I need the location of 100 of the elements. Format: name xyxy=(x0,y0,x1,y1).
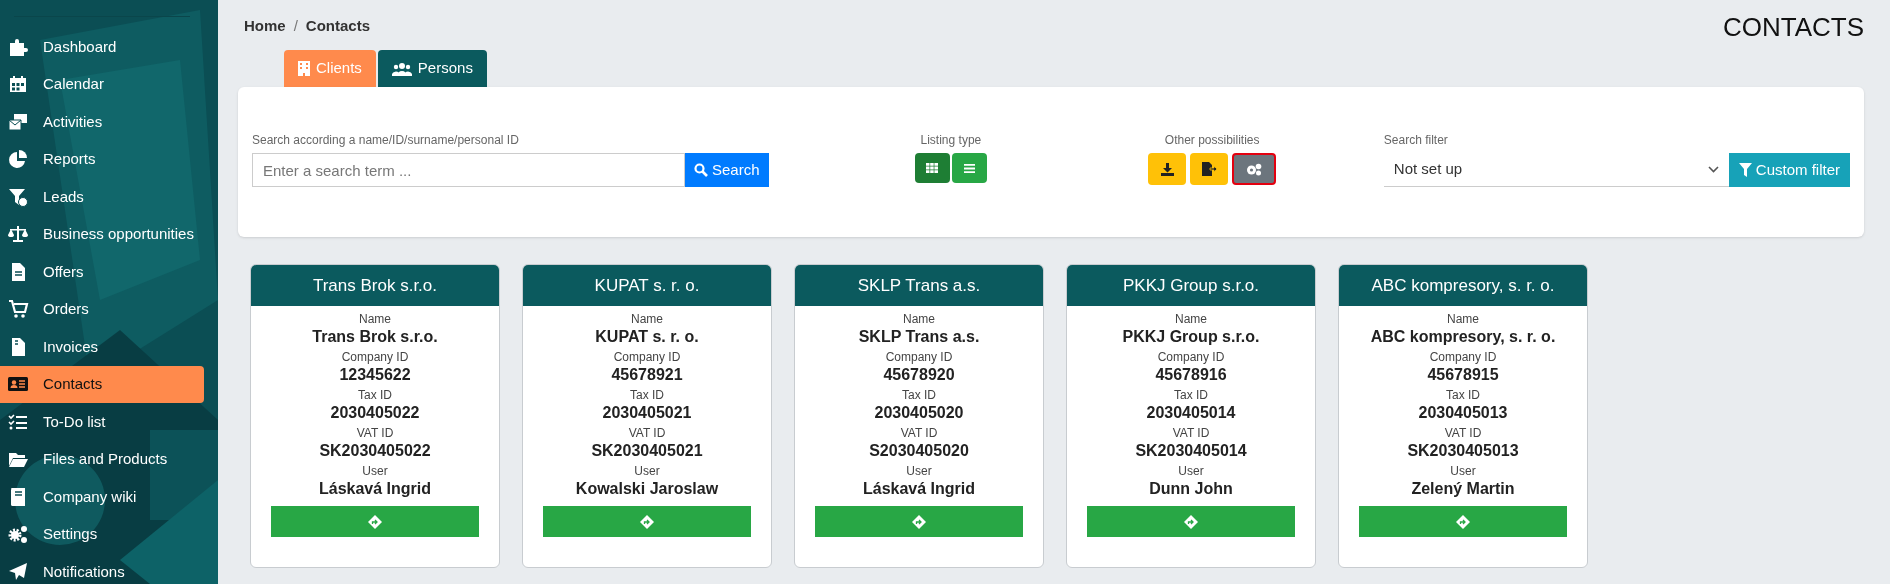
field-value: Láskavá Ingrid xyxy=(862,479,975,499)
field-value: 2030405022 xyxy=(330,403,420,423)
field-value: S2030405020 xyxy=(869,441,969,461)
tab[interactable]: Persons xyxy=(377,50,487,87)
sidebar-item[interactable]: Business opportunities xyxy=(0,215,204,253)
pie-chart-icon xyxy=(7,149,29,170)
field-value: SKLP Trans a.s. xyxy=(858,327,980,347)
field-label: Company ID xyxy=(885,349,953,365)
field-label: Company ID xyxy=(613,349,681,365)
sidebar-item[interactable]: Reports xyxy=(0,140,204,178)
sidebar-item[interactable]: Activities xyxy=(0,103,204,141)
field-value: KUPAT s. r. o. xyxy=(595,327,699,347)
download-button[interactable] xyxy=(1148,153,1187,185)
field-value: Trans Brok s.r.o. xyxy=(312,327,438,347)
export-button[interactable] xyxy=(1190,153,1229,185)
field-value: 2030405013 xyxy=(1418,403,1508,423)
sidebar-item[interactable]: Contacts xyxy=(0,365,204,403)
sidebar-item[interactable]: Invoices xyxy=(0,328,204,366)
sidebar-item[interactable]: Settings xyxy=(0,515,204,553)
field-value: SK2030405014 xyxy=(1135,441,1247,461)
field-label: VAT ID xyxy=(628,425,666,441)
field-label: Search filter xyxy=(1383,132,1449,149)
field-label: Name xyxy=(1447,311,1479,327)
field-label: Tax ID xyxy=(630,387,664,403)
field-label: VAT ID xyxy=(356,425,394,441)
sidebar-item[interactable]: Calendar xyxy=(0,65,204,103)
settings-button[interactable] xyxy=(1232,153,1277,185)
breadcrumb-separator: / xyxy=(293,16,298,36)
field-value: 2030405014 xyxy=(1146,403,1236,423)
field-label: User xyxy=(906,463,932,479)
directions-icon xyxy=(1456,514,1470,529)
field-label: Other possibilities xyxy=(1164,132,1260,149)
field-label: User xyxy=(362,463,388,479)
sidebar-item[interactable]: Notifications xyxy=(0,553,204,584)
cart-icon xyxy=(7,299,29,320)
field-value: SK2030405022 xyxy=(319,441,431,461)
field-value: Zelený Martin xyxy=(1411,479,1515,499)
field-value: 45678916 xyxy=(1155,365,1227,385)
grid-view-button[interactable] xyxy=(914,153,950,183)
field-label: VAT ID xyxy=(1172,425,1210,441)
field-label: User xyxy=(1450,463,1476,479)
gears-icon xyxy=(7,524,29,545)
sidebar-item[interactable]: Offers xyxy=(0,253,204,291)
field-value: 2030405020 xyxy=(874,403,964,423)
sidebar-item[interactable]: Leads xyxy=(0,178,204,216)
field-label: Tax ID xyxy=(902,387,936,403)
field-label: VAT ID xyxy=(1444,425,1482,441)
field-label: User xyxy=(1178,463,1204,479)
sidebar-item[interactable]: Company wiki xyxy=(0,478,204,516)
calendar-icon xyxy=(7,74,29,95)
search-field[interactable]: Enter a search term ... xyxy=(252,153,685,187)
card-header: ABC kompresory, s. r. o. xyxy=(1339,265,1587,306)
file-export-icon xyxy=(1201,162,1217,176)
field-value: 45678915 xyxy=(1427,365,1499,385)
sidebar-item[interactable]: Files and Products xyxy=(0,440,204,478)
directions-icon xyxy=(640,514,654,529)
filter-select[interactable]: Not set up xyxy=(1383,153,1729,187)
breadcrumb-link[interactable]: Contacts xyxy=(305,15,371,38)
card-header: PKKJ Group s.r.o. xyxy=(1067,265,1315,306)
field-value: Kowalski Jaroslaw xyxy=(575,479,719,499)
directions-icon xyxy=(368,514,382,529)
users-icon xyxy=(391,61,412,76)
chevron-down-icon xyxy=(1707,166,1719,173)
list-view-button[interactable] xyxy=(951,153,987,183)
field-value: 12345622 xyxy=(339,365,411,385)
puzzle-icon xyxy=(7,36,29,57)
filter-icon xyxy=(1738,163,1752,177)
field-label: User xyxy=(634,463,660,479)
paper-plane-icon xyxy=(7,561,29,582)
field-label: Search according a name/ID/surname/personal ID xyxy=(252,132,520,149)
field-label: VAT ID xyxy=(900,425,938,441)
scales-icon xyxy=(7,224,29,245)
field-label: Company ID xyxy=(341,349,409,365)
field-value: SK2030405021 xyxy=(591,441,703,461)
building-icon xyxy=(298,61,310,76)
card-header: KUPAT s. r. o. xyxy=(523,265,771,306)
field-label: Name xyxy=(1175,311,1207,327)
funnel-icon xyxy=(7,186,29,207)
field-label: Company ID xyxy=(1157,349,1225,365)
field-label: Name xyxy=(631,311,663,327)
field-label: Name xyxy=(903,311,935,327)
card-header: Trans Brok s.r.o. xyxy=(251,265,499,306)
field-value: SK2030405013 xyxy=(1407,441,1519,461)
directions-icon xyxy=(912,514,926,529)
sidebar-item[interactable]: Orders xyxy=(0,290,204,328)
directions-icon xyxy=(1184,514,1198,529)
search-button[interactable]: Search xyxy=(685,153,769,187)
sidebar-item[interactable]: Dashboard xyxy=(0,28,204,66)
gears-icon xyxy=(1246,162,1263,176)
field-value: 45678920 xyxy=(883,365,955,385)
envelope-icon xyxy=(7,111,29,132)
field-value: Dunn John xyxy=(1149,479,1233,499)
field-value: 45678921 xyxy=(611,365,683,385)
field-label: Name xyxy=(359,311,391,327)
breadcrumb-link[interactable]: Home xyxy=(244,15,286,38)
sidebar-item[interactable]: To-Do list xyxy=(0,403,204,441)
field-label: Tax ID xyxy=(1446,387,1480,403)
checklist-icon xyxy=(7,411,29,432)
field-label: Listing type xyxy=(920,132,982,149)
download-icon xyxy=(1160,162,1174,176)
